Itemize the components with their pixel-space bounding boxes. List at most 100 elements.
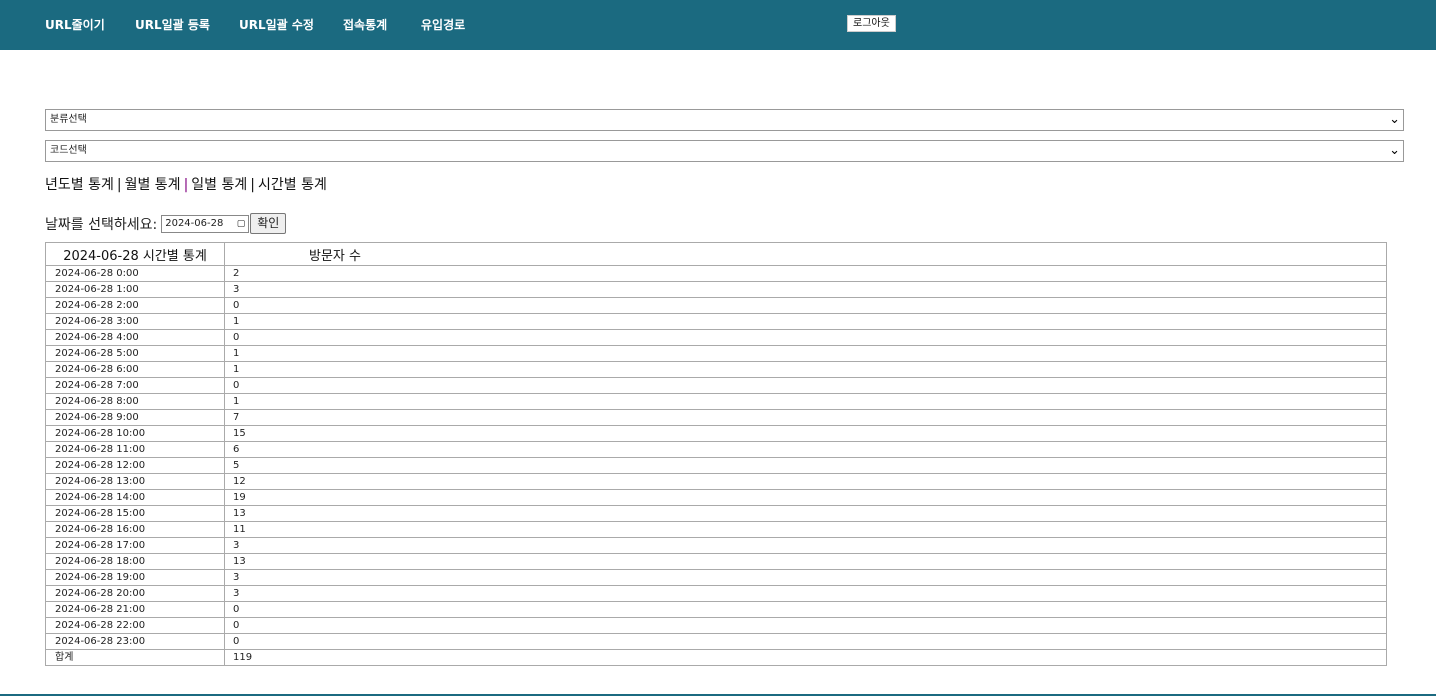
table-row: 2024-06-28 1:00 3 <box>45 281 1387 298</box>
table-row: 2024-06-28 7:00 0 <box>45 377 1387 394</box>
link-separator: | <box>116 177 122 193</box>
table-row: 2024-06-28 22:00 0 <box>45 617 1387 634</box>
cell-visitor-count: 0 <box>224 377 1387 394</box>
table-row: 2024-06-28 23:00 0 <box>45 633 1387 650</box>
confirm-button[interactable]: 확인 <box>250 213 287 234</box>
table-row: 2024-06-28 17:00 3 <box>45 537 1387 554</box>
table-row: 2024-06-28 19:00 3 <box>45 569 1387 586</box>
cell-visitor-count: 15 <box>224 425 1387 442</box>
cell-time: 2024-06-28 13:00 <box>45 473 225 490</box>
cell-visitor-count: 7 <box>224 409 1387 426</box>
cell-time: 2024-06-28 12:00 <box>45 457 225 474</box>
nav-url-bulk-register[interactable]: URL일괄 등록 <box>135 16 210 33</box>
code-select[interactable]: 코드선택 ⌄ <box>45 140 1404 162</box>
nav-referrer[interactable]: 유입경로 <box>421 16 465 33</box>
cell-visitor-count: 1 <box>224 393 1387 410</box>
table-row: 2024-06-28 0:00 2 <box>45 265 1387 282</box>
cell-time: 2024-06-28 3:00 <box>45 313 225 330</box>
total-value: 119 <box>224 649 1387 666</box>
table-row: 2024-06-28 5:00 1 <box>45 345 1387 362</box>
table-row: 2024-06-28 2:00 0 <box>45 297 1387 314</box>
column-header-time: 2024-06-28 시간별 통계 <box>45 242 225 266</box>
cell-time: 2024-06-28 0:00 <box>45 265 225 282</box>
cell-visitor-count: 0 <box>224 329 1387 346</box>
cell-time: 2024-06-28 18:00 <box>45 553 225 570</box>
chevron-down-icon: ⌄ <box>1389 143 1400 158</box>
link-hourly-stats[interactable]: 시간별 통계 <box>258 177 327 193</box>
cell-time: 2024-06-28 8:00 <box>45 393 225 410</box>
table-row: 2024-06-28 13:00 12 <box>45 473 1387 490</box>
cell-time: 2024-06-28 4:00 <box>45 329 225 346</box>
top-nav-bar: URL줄이기 URL일괄 등록 URL일괄 수정 접속통계 유입경로 로그아웃 <box>0 0 1436 50</box>
cell-time: 2024-06-28 10:00 <box>45 425 225 442</box>
cell-visitor-count: 1 <box>224 345 1387 362</box>
cell-visitor-count: 6 <box>224 441 1387 458</box>
cell-time: 2024-06-28 19:00 <box>45 569 225 586</box>
cell-time: 2024-06-28 22:00 <box>45 617 225 634</box>
cell-visitor-count: 5 <box>224 457 1387 474</box>
table-row: 2024-06-28 4:00 0 <box>45 329 1387 346</box>
cell-visitor-count: 0 <box>224 633 1387 650</box>
table-row: 2024-06-28 15:00 13 <box>45 505 1387 522</box>
cell-visitor-count: 0 <box>224 601 1387 618</box>
total-label: 합계 <box>45 649 225 666</box>
chevron-down-icon: ⌄ <box>1389 112 1400 127</box>
table-row: 2024-06-28 3:00 1 <box>45 313 1387 330</box>
category-select-value: 분류선택 <box>50 114 87 125</box>
cell-time: 2024-06-28 14:00 <box>45 489 225 506</box>
date-input-value: 2024-06-28 <box>165 217 224 229</box>
nav-url-bulk-edit[interactable]: URL일괄 수정 <box>239 16 314 33</box>
link-separator: | <box>183 177 189 193</box>
link-monthly-stats[interactable]: 월별 통계 <box>125 177 181 193</box>
code-select-value: 코드선택 <box>50 145 87 156</box>
cell-visitor-count: 13 <box>224 505 1387 522</box>
cell-visitor-count: 3 <box>224 281 1387 298</box>
table-row: 2024-06-28 20:00 3 <box>45 585 1387 602</box>
cell-time: 2024-06-28 16:00 <box>45 521 225 538</box>
cell-time: 2024-06-28 5:00 <box>45 345 225 362</box>
cell-visitor-count: 0 <box>224 617 1387 634</box>
cell-visitor-count: 1 <box>224 313 1387 330</box>
cell-time: 2024-06-28 7:00 <box>45 377 225 394</box>
table-row: 2024-06-28 10:00 15 <box>45 425 1387 442</box>
category-select[interactable]: 분류선택 ⌄ <box>45 109 1404 131</box>
hourly-stats-table: 2024-06-28 시간별 통계 방문자 수 2024-06-28 0:00 2… <box>45 242 1387 666</box>
table-row: 2024-06-28 11:00 6 <box>45 441 1387 458</box>
cell-visitor-count: 19 <box>224 489 1387 506</box>
cell-visitor-count: 3 <box>224 537 1387 554</box>
cell-time: 2024-06-28 15:00 <box>45 505 225 522</box>
cell-time: 2024-06-28 2:00 <box>45 297 225 314</box>
cell-visitor-count: 11 <box>224 521 1387 538</box>
cell-time: 2024-06-28 6:00 <box>45 361 225 378</box>
stat-type-links: 년도별 통계 | 월별 통계 | 일별 통계 | 시간별 통계 <box>45 174 327 194</box>
calendar-icon[interactable]: ▢ <box>237 216 246 232</box>
cell-visitor-count: 3 <box>224 585 1387 602</box>
cell-visitor-count: 1 <box>224 361 1387 378</box>
table-row: 2024-06-28 14:00 19 <box>45 489 1387 506</box>
table-row: 2024-06-28 6:00 1 <box>45 361 1387 378</box>
cell-time: 2024-06-28 23:00 <box>45 633 225 650</box>
cell-visitor-count: 0 <box>224 297 1387 314</box>
date-selection-row: 날짜를 선택하세요: 2024-06-28 ▢ 확인 <box>45 213 287 234</box>
cell-time: 2024-06-28 1:00 <box>45 281 225 298</box>
cell-time: 2024-06-28 17:00 <box>45 537 225 554</box>
column-header-visitors: 방문자 수 <box>224 242 1387 266</box>
table-row: 2024-06-28 8:00 1 <box>45 393 1387 410</box>
table-row: 2024-06-28 21:00 0 <box>45 601 1387 618</box>
cell-time: 2024-06-28 21:00 <box>45 601 225 618</box>
table-header-row: 2024-06-28 시간별 통계 방문자 수 <box>45 242 1387 266</box>
cell-visitor-count: 13 <box>224 553 1387 570</box>
cell-time: 2024-06-28 9:00 <box>45 409 225 426</box>
link-separator: | <box>250 177 255 193</box>
table-row: 2024-06-28 16:00 11 <box>45 521 1387 538</box>
link-yearly-stats[interactable]: 년도별 통계 <box>45 177 114 193</box>
table-row: 2024-06-28 12:00 5 <box>45 457 1387 474</box>
date-input[interactable]: 2024-06-28 ▢ <box>161 214 250 233</box>
nav-access-stats[interactable]: 접속통계 <box>343 16 387 33</box>
table-row: 2024-06-28 18:00 13 <box>45 553 1387 570</box>
link-daily-stats[interactable]: 일별 통계 <box>191 177 247 193</box>
cell-visitor-count: 3 <box>224 569 1387 586</box>
logout-button[interactable]: 로그아웃 <box>847 15 896 32</box>
nav-url-shorten[interactable]: URL줄이기 <box>45 16 105 33</box>
cell-time: 2024-06-28 20:00 <box>45 585 225 602</box>
